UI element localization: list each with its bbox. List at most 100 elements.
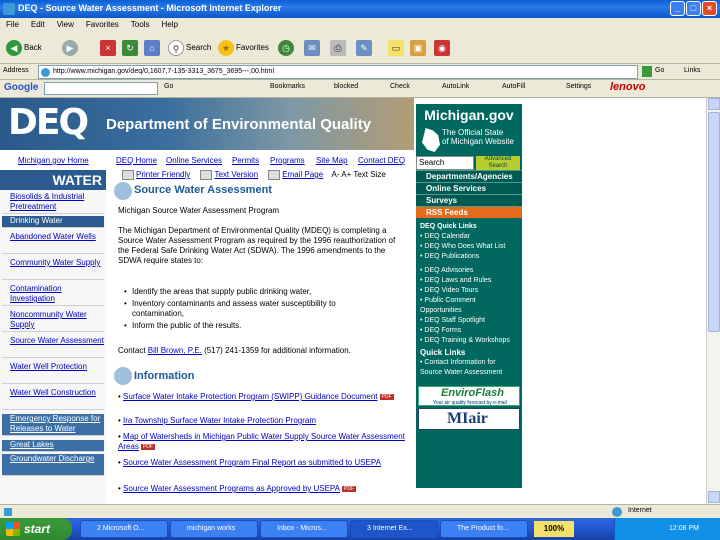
print-button[interactable]: ⎙ <box>330 38 348 58</box>
globe-icon <box>612 507 622 517</box>
scroll-down-arrow-icon[interactable] <box>708 491 720 503</box>
right-nav-surveys[interactable]: Surveys <box>416 194 522 206</box>
miair-banner[interactable]: MIair <box>418 408 520 430</box>
taskbar-item[interactable]: The Product fo... <box>440 520 528 538</box>
advanced-search-button[interactable]: Advanced Search <box>476 156 520 170</box>
nav-online-services[interactable]: Online Services <box>166 156 222 165</box>
history-button[interactable]: ◷ <box>278 38 296 58</box>
left-nav-item[interactable]: Noncommunity Water Supply <box>2 310 104 332</box>
nav-contact-deq[interactable]: Contact DEQ <box>358 156 405 165</box>
printer-friendly-link[interactable]: Printer Friendly <box>136 170 190 179</box>
menu-tools[interactable]: Tools <box>125 18 156 31</box>
security-zone: Internet <box>628 507 652 514</box>
taskbar-item[interactable]: Inbox - Micros... <box>260 520 348 538</box>
scroll-up-arrow-icon[interactable] <box>708 98 720 110</box>
nav-programs[interactable]: Programs <box>270 156 305 165</box>
quick-link[interactable]: • DEQ Advisories <box>420 266 473 275</box>
quick-link[interactable]: Source Water Assessment <box>420 368 502 377</box>
left-nav-item-drinking-water[interactable]: Drinking Water <box>2 216 104 228</box>
maximize-button[interactable]: □ <box>686 1 701 16</box>
quick-link[interactable]: • DEQ Training & Workshops <box>420 336 510 345</box>
quick-links-title: DEQ Quick Links <box>420 223 477 230</box>
enviroflash-banner[interactable]: EnviroFlash Your air quality forecast by… <box>418 386 520 406</box>
stop-button[interactable]: × <box>100 38 118 58</box>
autolink-button[interactable]: AutoLink <box>442 83 469 90</box>
quick-link[interactable]: • DEQ Forms <box>420 326 461 335</box>
spell-check-button[interactable]: Check <box>390 83 410 90</box>
search-button[interactable]: ⚲ Search <box>168 38 211 58</box>
address-bar: Address http://www.michigan.gov/deq/0,16… <box>0 64 720 80</box>
quick-link[interactable]: • Public Comment <box>420 296 476 305</box>
menu-file[interactable]: File <box>0 18 25 31</box>
close-button[interactable]: × <box>702 1 717 16</box>
notes-button[interactable]: ▭ <box>388 38 406 58</box>
quick-link[interactable]: • DEQ Publications <box>420 252 479 261</box>
autofill-button[interactable]: AutoFill <box>502 83 525 90</box>
quick-link[interactable]: • Contact Information for <box>420 358 496 367</box>
right-nav-online-services[interactable]: Online Services <box>416 182 522 194</box>
right-nav-departments[interactable]: Departments/Agencies <box>416 170 522 182</box>
quick-link[interactable]: • DEQ Who Does What List <box>420 242 505 251</box>
messenger-button[interactable]: ◉ <box>434 38 452 58</box>
taskbar-item[interactable]: michigan works <box>170 520 258 538</box>
left-nav-item[interactable]: Contamination Investigation <box>2 284 104 306</box>
site-search-input[interactable]: Search <box>416 156 474 170</box>
left-nav-item[interactable]: Great Lakes <box>2 440 104 452</box>
michigan-gov-logo[interactable]: Michigan.gov <box>416 104 522 126</box>
refresh-button[interactable]: ↻ <box>122 38 140 58</box>
vertical-scrollbar[interactable] <box>706 98 720 504</box>
bullet-item: Inventory contaminants and assess water … <box>132 299 336 318</box>
zoom-indicator[interactable]: 100% <box>534 521 574 537</box>
forward-button[interactable]: ▶ <box>62 38 80 58</box>
left-nav-item[interactable]: Emergency Response for Releases to Water <box>2 414 104 436</box>
info-icon <box>114 367 132 385</box>
text-size-control[interactable]: A- A+ Text Size <box>331 170 385 179</box>
left-nav-item[interactable]: Water Well Construction <box>2 388 104 410</box>
edit-button[interactable]: ✎ <box>356 38 374 58</box>
quick-link[interactable]: • DEQ Staff Spotlight <box>420 316 485 325</box>
taskbar-item-active[interactable]: 3 Internet Ex... <box>350 520 438 538</box>
left-nav-item[interactable]: Biosolids & Industrial Pretreatment <box>2 192 104 214</box>
left-nav-item-source-water[interactable]: Source Water Assessment <box>2 336 104 358</box>
nav-site-map[interactable]: Site Map <box>316 156 348 165</box>
michigan-home-link[interactable]: Michigan.gov Home <box>18 156 89 165</box>
left-nav-item[interactable]: Abandoned Water Wells <box>2 232 104 254</box>
bookmarks-button[interactable]: Bookmarks <box>270 83 305 90</box>
left-nav-item[interactable]: Community Water Supply <box>2 258 104 280</box>
text-version-link[interactable]: Text Version <box>214 170 258 179</box>
quick-link[interactable]: • DEQ Calendar <box>420 232 470 241</box>
address-input[interactable]: http://www.michigan.gov/deq/0,1607,7-135… <box>38 65 638 79</box>
favorites-button[interactable]: ★ Favorites <box>218 38 269 58</box>
contact-link[interactable]: Bill Brown, P.E. <box>148 346 202 355</box>
edit-icon: ✎ <box>356 39 372 56</box>
right-nav-rss-feeds[interactable]: RSS Feeds <box>416 206 522 218</box>
menu-help[interactable]: Help <box>155 18 183 31</box>
mail-button[interactable]: ✉ <box>304 38 322 58</box>
menu-edit[interactable]: Edit <box>25 18 51 31</box>
quick-link[interactable]: • DEQ Laws and Rules <box>420 276 491 285</box>
printer-icon: ⎙ <box>330 39 346 56</box>
google-settings-button[interactable]: Settings <box>566 83 591 90</box>
menu-favorites[interactable]: Favorites <box>80 18 125 31</box>
google-search-input[interactable] <box>44 82 158 95</box>
left-nav-item[interactable]: Water Well Protection <box>2 362 104 384</box>
google-go-button[interactable]: Go <box>164 83 173 90</box>
menu-view[interactable]: View <box>51 18 80 31</box>
left-nav-item[interactable]: Groundwater Discharge <box>2 454 104 476</box>
back-button[interactable]: ◀ Back <box>6 38 42 58</box>
taskbar-item[interactable]: 2 Microsoft O... <box>80 520 168 538</box>
quick-link[interactable]: Opportunities <box>420 306 462 315</box>
quick-link[interactable]: • DEQ Video Tours <box>420 286 478 295</box>
clock: 12:08 PM <box>669 525 699 532</box>
scroll-thumb[interactable] <box>708 112 720 332</box>
minimize-button[interactable]: _ <box>670 1 685 16</box>
research-button[interactable]: ▣ <box>410 38 428 58</box>
popups-blocked[interactable]: blocked <box>334 83 358 90</box>
nav-permits[interactable]: Permits <box>232 156 259 165</box>
nav-deq-home[interactable]: DEQ Home <box>116 156 157 165</box>
links-button[interactable]: Links <box>684 67 700 74</box>
go-button[interactable]: Go <box>655 67 664 74</box>
email-page-link[interactable]: Email Page <box>282 170 323 179</box>
start-button[interactable]: start <box>0 518 72 540</box>
home-button[interactable]: ⌂ <box>144 38 162 58</box>
